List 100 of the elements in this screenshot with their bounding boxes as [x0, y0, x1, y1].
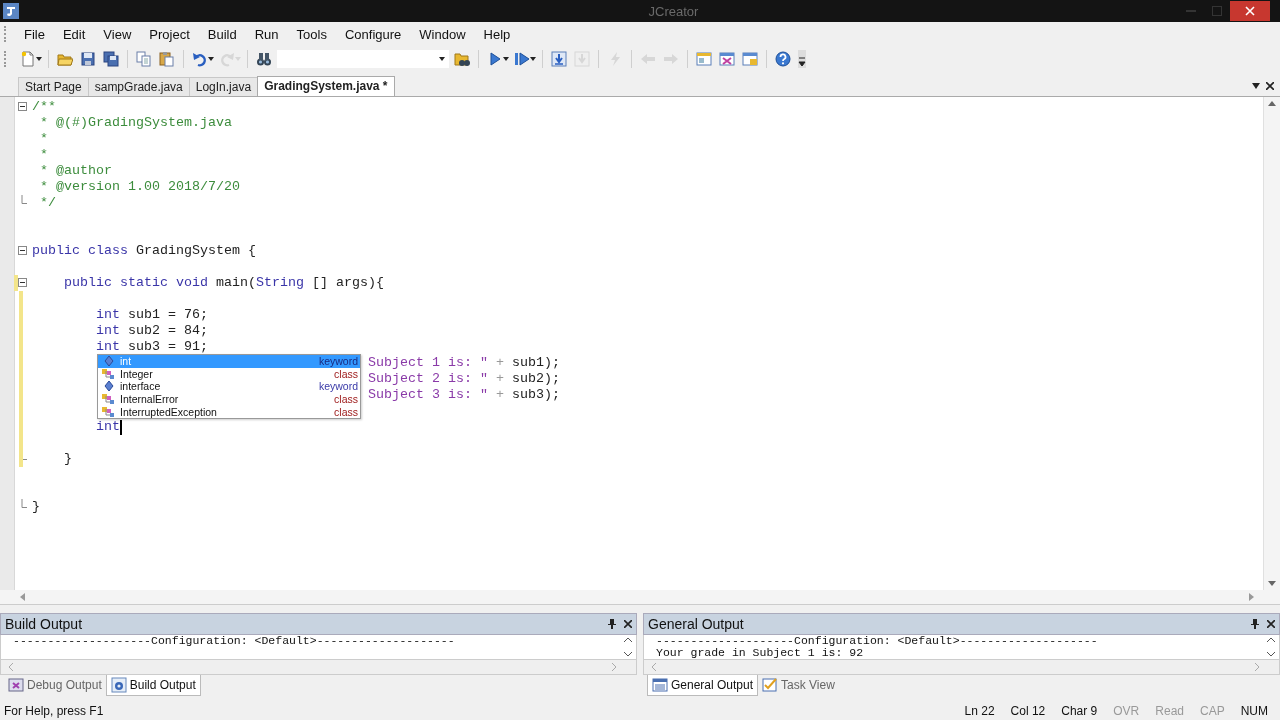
panel-tab[interactable]: Task View — [758, 675, 839, 695]
menu-item[interactable]: View — [94, 26, 141, 42]
autocomplete-item[interactable]: InterruptedException class — [98, 405, 360, 418]
pin-icon[interactable] — [1251, 619, 1259, 629]
class-icon — [101, 367, 117, 380]
document-tab[interactable]: GradingSystem.java * — [257, 76, 395, 96]
toolbar-overflow-icon[interactable] — [798, 50, 806, 68]
code-line: * @(#)GradingSystem.java — [40, 115, 232, 131]
menu-item[interactable]: File — [15, 26, 54, 42]
menu-item[interactable]: Configure — [335, 26, 411, 42]
code-line: Subject 1 is: " + sub1); — [367, 355, 560, 371]
code-line: * @author — [40, 163, 112, 179]
help-icon[interactable] — [775, 51, 791, 67]
caret-icon[interactable] — [439, 57, 445, 61]
status-indicator: Ln 22 — [963, 704, 996, 718]
scroll-down-icon[interactable] — [624, 652, 632, 657]
code-line: Subject 3 is: " + sub3); — [367, 387, 560, 403]
play-bar-icon[interactable] — [514, 51, 530, 67]
status-message: For Help, press F1 — [4, 704, 105, 718]
search-combo-field[interactable] — [277, 50, 449, 68]
arrow-box-icon[interactable] — [551, 51, 567, 67]
document-tab[interactable]: sampGrade.java — [87, 77, 190, 96]
play-icon[interactable] — [487, 51, 503, 67]
code-line: int — [96, 419, 120, 435]
tab-list-icon[interactable] — [1252, 83, 1260, 89]
autocomplete-item[interactable]: InternalError class — [98, 392, 360, 406]
panel-tab[interactable]: General Output — [647, 675, 759, 696]
caret-icon[interactable] — [36, 57, 42, 61]
close-button[interactable] — [1230, 1, 1270, 21]
code-line: * @version 1.00 2018/7/20 — [40, 179, 240, 195]
pin-icon[interactable] — [608, 619, 616, 629]
code-line: int sub1 = 76; — [96, 307, 208, 323]
code-line: * — [40, 147, 48, 163]
panel-title: General Output — [648, 616, 745, 632]
class-icon — [101, 393, 117, 406]
scroll-right-icon[interactable] — [1249, 593, 1254, 601]
close-icon[interactable] — [1266, 82, 1274, 90]
panel-tab[interactable]: Build Output — [105, 675, 201, 696]
fold-icon[interactable] — [18, 102, 27, 111]
output-line: --------------------Configuration: <Default>-------------------- — [656, 635, 1099, 647]
scroll-up-icon[interactable] — [624, 637, 632, 642]
folder-binoculars-icon[interactable] — [454, 51, 470, 67]
code-line: } — [64, 451, 72, 467]
code-line: public class GradingSystem { — [32, 243, 256, 259]
menu-item[interactable]: Build — [198, 26, 246, 42]
status-indicator: CAP — [1199, 704, 1226, 718]
code-line: */ — [40, 195, 56, 211]
copy-icon[interactable] — [136, 51, 152, 67]
close-icon — [1245, 6, 1255, 16]
document-tab[interactable]: Start Page — [18, 77, 89, 96]
scroll-down-icon[interactable] — [1268, 581, 1276, 586]
code-line: * — [40, 131, 48, 147]
binoculars-icon[interactable] — [256, 51, 272, 67]
autocomplete-item[interactable]: interface keyword — [98, 380, 360, 393]
undo-icon[interactable] — [192, 51, 208, 67]
status-indicator: Read — [1154, 704, 1185, 718]
output-line: --------------------Configuration: <Default>-------------------- — [13, 635, 456, 647]
autocomplete-item[interactable]: Integer class — [98, 367, 360, 381]
fold-icon[interactable] — [18, 278, 27, 287]
scroll-up-icon[interactable] — [1268, 101, 1276, 106]
status-indicator: OVR — [1112, 704, 1141, 718]
folder-icon[interactable] — [57, 51, 73, 67]
clipboard-icon[interactable] — [159, 51, 175, 67]
caret-icon[interactable] — [503, 57, 509, 61]
code-line: int sub2 = 84; — [96, 323, 208, 339]
code-line: int sub3 = 91; — [96, 339, 208, 355]
menu-item[interactable]: Window — [410, 26, 475, 42]
status-indicator: Col 12 — [1009, 704, 1047, 718]
status-indicator: Char 9 — [1060, 704, 1099, 718]
window-title: JCreator — [647, 3, 700, 19]
code-line: /** — [32, 99, 56, 115]
code-line: Subject 2 is: " + sub2); — [367, 371, 560, 387]
window-icon[interactable] — [742, 51, 758, 67]
app-logo-icon — [3, 3, 19, 19]
menu-item[interactable]: Edit — [53, 26, 95, 42]
menu-item[interactable]: Project — [140, 26, 199, 42]
document-tab[interactable]: LogIn.java — [188, 77, 259, 96]
panel-title: Build Output — [5, 616, 84, 632]
panel-tab[interactable]: Debug Output — [4, 675, 106, 695]
close-icon[interactable] — [624, 620, 632, 628]
status-indicator: NUM — [1239, 704, 1269, 718]
menu-item[interactable]: Run — [245, 26, 288, 42]
floppy-disks-icon[interactable] — [103, 51, 119, 67]
caret-icon[interactable] — [208, 57, 214, 61]
scroll-up-icon[interactable] — [1267, 637, 1275, 642]
code-line: } — [32, 499, 40, 515]
caret-icon[interactable] — [530, 57, 536, 61]
scroll-left-icon[interactable] — [20, 593, 25, 601]
code-line: public static void main(String [] args){ — [64, 275, 384, 291]
autocomplete-item[interactable]: int keyword — [98, 355, 360, 368]
window-icon[interactable] — [719, 51, 735, 67]
fold-icon[interactable] — [18, 246, 27, 255]
output-line: Your grade in Subject 1 is: 92 — [656, 647, 865, 659]
menu-item[interactable]: Help — [474, 26, 520, 42]
class-icon — [101, 405, 117, 418]
scroll-down-icon[interactable] — [1267, 652, 1275, 657]
vertical-scrollbar[interactable] — [1263, 97, 1280, 590]
horizontal-scrollbar[interactable] — [0, 590, 1280, 604]
close-icon[interactable] — [1267, 620, 1275, 628]
menu-item[interactable]: Tools — [287, 26, 336, 42]
